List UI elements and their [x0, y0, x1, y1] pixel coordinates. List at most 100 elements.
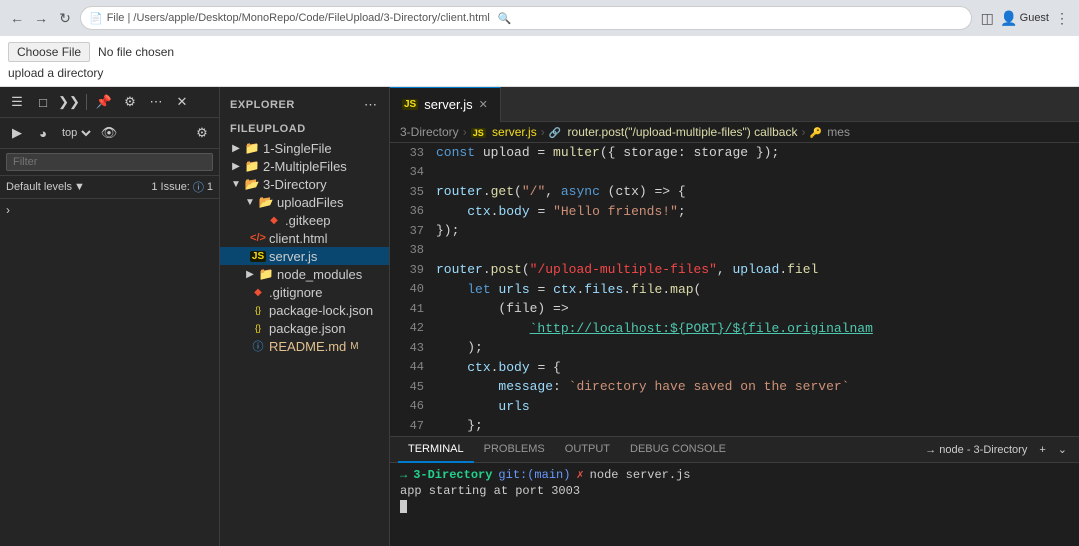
sidebar-menu-button[interactable]: ⋯	[362, 95, 379, 115]
code-line-38	[436, 241, 1079, 261]
code-line-37: });	[436, 221, 1079, 241]
chevron-icon: ▼	[74, 181, 85, 193]
tree-label-gitkeep: .gitkeep	[285, 213, 331, 228]
folder-arrow-2: ▶	[228, 158, 244, 174]
terminal-line-3	[400, 500, 1069, 513]
breadcrumb-button[interactable]: ❯❯	[58, 91, 80, 113]
tree-label-gitignore: .gitignore	[269, 285, 322, 300]
code-editor[interactable]: 33 34 35 36 37 38 39 40 41 42 43 44 45 4…	[390, 143, 1079, 436]
terminal-directory: 3-Directory	[413, 468, 492, 482]
top-dropdown[interactable]: top	[58, 126, 94, 140]
line-num-35: 35	[390, 182, 424, 202]
tab-terminal[interactable]: TERMINAL	[398, 437, 474, 463]
terminal-git-branch: git:(main)	[498, 468, 570, 482]
terminal-add-button[interactable]: +	[1035, 444, 1049, 456]
tree-item-3-directory[interactable]: ▼ 📂 3-Directory	[220, 175, 389, 193]
line-num-42: 42	[390, 319, 424, 339]
tree-item-nodemodules[interactable]: ▶ 📁 node_modules	[220, 265, 389, 283]
refresh-button[interactable]: ↻	[56, 9, 74, 27]
tree-item-clienthtml[interactable]: </> client.html	[220, 229, 389, 247]
filter-input[interactable]	[6, 153, 213, 171]
back-button[interactable]: ←	[8, 9, 26, 27]
left-panel: ☰ □ ❯❯ 📌 ⚙ ⋯ ✕ ▶ ◕ top 👁 ⚙ Defa	[0, 87, 220, 546]
tree-item-packagejson[interactable]: {} package.json	[220, 319, 389, 337]
tree-item-packagelockjson[interactable]: {} package-lock.json	[220, 301, 389, 319]
tab-serverjs[interactable]: JS server.js ✕	[390, 87, 501, 122]
terminal-node-label[interactable]: → node - 3-Directory	[921, 444, 1031, 456]
tree-item-gitkeep[interactable]: ◆ .gitkeep	[220, 211, 389, 229]
tree-item-readmemd[interactable]: ⓘ README.md M	[220, 337, 389, 355]
guest-button[interactable]: 👤 Guest	[1000, 10, 1049, 27]
no-file-text: No file chosen	[98, 45, 174, 59]
eye-button[interactable]: 👁	[98, 122, 120, 144]
left-panel-toolbar: ☰ □ ❯❯ 📌 ⚙ ⋯ ✕	[0, 87, 219, 118]
breadcrumb-part2: JS server.js	[471, 125, 537, 139]
code-line-39: router.post("/upload-multiple-files", up…	[436, 260, 1079, 280]
line-numbers: 33 34 35 36 37 38 39 40 41 42 43 44 45 4…	[390, 143, 432, 436]
tab-output[interactable]: OUTPUT	[555, 437, 620, 463]
tree-item-2-multiplefiles[interactable]: ▶ 📁 2-MultipleFiles	[220, 157, 389, 175]
html-icon: </>	[250, 230, 266, 246]
settings-button[interactable]: ⚙	[119, 91, 141, 113]
breadcrumb-sep1: ›	[463, 125, 467, 139]
line-num-47: 47	[390, 416, 424, 436]
tab-debug-console[interactable]: DEBUG CONSOLE	[620, 437, 736, 463]
tree-item-uploadfiles[interactable]: ▼ 📂 uploadFiles	[220, 193, 389, 211]
breadcrumb-sep3: ›	[801, 125, 805, 139]
panel-settings-button[interactable]: ⚙	[191, 122, 213, 144]
sidebar-header-icons: ⋯	[362, 95, 379, 115]
terminal-body: → 3-Directory git:(main) ✗ node server.j…	[390, 463, 1079, 546]
issue-icon: ⓘ	[193, 179, 204, 195]
forward-button[interactable]: →	[32, 9, 50, 27]
line-num-39: 39	[390, 260, 424, 280]
tab-problems[interactable]: PROBLEMS	[474, 437, 555, 463]
editor-area: JS server.js ✕ 3-Directory › JS server.j…	[390, 87, 1079, 546]
tree-label-uploadfiles: uploadFiles	[277, 195, 344, 210]
copy-button[interactable]: □	[32, 91, 54, 113]
upload-dir-label: upload a directory	[8, 66, 103, 80]
tree-item-serverjs[interactable]: JS server.js	[220, 247, 389, 265]
tab-close-button[interactable]: ✕	[479, 98, 488, 111]
terminal-prompt-arrow: →	[400, 468, 407, 482]
tree-label-packagelockjson: package-lock.json	[269, 303, 373, 318]
code-lines: const upload = multer({ storage: storage…	[432, 143, 1079, 436]
code-line-44: ctx.body = {	[436, 358, 1079, 378]
expand-arrow[interactable]: ›	[0, 199, 219, 221]
tree-item-1-singlefile[interactable]: ▶ 📁 1-SingleFile	[220, 139, 389, 157]
split-editor-button[interactable]: ☰	[6, 91, 28, 113]
pin-button[interactable]: 📌	[93, 91, 115, 113]
line-num-40: 40	[390, 280, 424, 300]
extensions-button[interactable]: ◫	[978, 9, 996, 27]
filter-bar	[0, 149, 219, 176]
close-panel-button[interactable]: ✕	[171, 91, 193, 113]
line-num-33: 33	[390, 143, 424, 163]
run-button[interactable]: ▶	[6, 122, 28, 144]
gitignore-icon: ◆	[250, 284, 266, 300]
line-num-44: 44	[390, 358, 424, 378]
folder-icon-3: 📂	[244, 176, 260, 192]
tree-label-3directory: 3-Directory	[263, 177, 327, 192]
panel-breadcrumb: ▶ ◕ top 👁 ⚙	[0, 118, 219, 149]
folder-arrow-upload: ▼	[242, 194, 258, 210]
choose-file-button[interactable]: Choose File	[8, 42, 90, 62]
tree-item-gitignore[interactable]: ◆ .gitignore	[220, 283, 389, 301]
browser-menu-button[interactable]: ⋮	[1053, 9, 1071, 27]
fileupload-section: FILEUPLOAD	[220, 119, 389, 139]
tab-label: server.js	[424, 97, 472, 112]
folder-arrow-node: ▶	[242, 266, 258, 282]
folder-icon-1: 📁	[244, 140, 260, 156]
tree-label-packagejson: package.json	[269, 321, 346, 336]
url-text: File | /Users/apple/Desktop/MonoRepo/Cod…	[107, 12, 490, 24]
json-icon: {}	[250, 320, 266, 336]
terminal-chevron-button[interactable]: ⌄	[1054, 443, 1071, 456]
stop-button[interactable]: ◕	[32, 122, 54, 144]
terminal-output-text: app starting at port 3003	[400, 484, 580, 498]
default-levels-button[interactable]: Default levels ▼	[6, 181, 85, 193]
editor-breadcrumb: 3-Directory › JS server.js › 🔗 router.po…	[390, 122, 1079, 143]
browser-chrome: ← → ↻ 📄 File | /Users/apple/Desktop/Mono…	[0, 0, 1079, 36]
more-button[interactable]: ⋯	[145, 91, 167, 113]
json-lock-icon: {}	[250, 302, 266, 318]
folder-icon-upload: 📂	[258, 194, 274, 210]
line-num-36: 36	[390, 202, 424, 222]
url-bar[interactable]: 📄 File | /Users/apple/Desktop/MonoRepo/C…	[80, 6, 972, 30]
